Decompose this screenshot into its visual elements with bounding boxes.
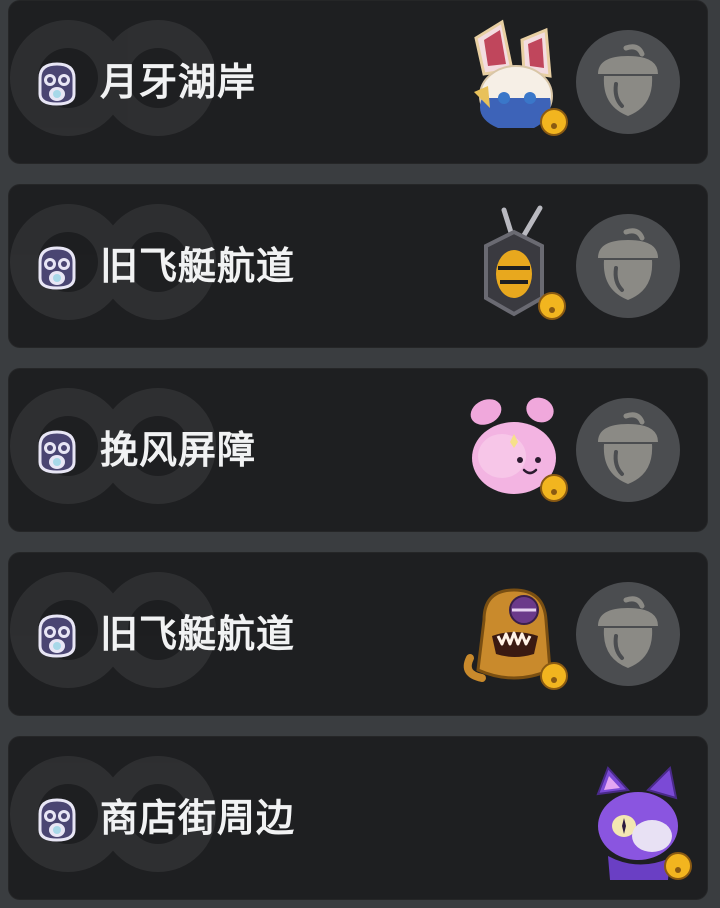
pink-bunny-pet-icon	[470, 397, 568, 502]
owl-pin-icon	[38, 62, 76, 106]
wasp-shield-pet-icon	[484, 205, 566, 320]
location-row[interactable]: 月牙湖岸	[8, 0, 708, 164]
location-title: 商店街周边	[100, 796, 296, 840]
acorn-button[interactable]	[576, 398, 680, 502]
location-row[interactable]: 挽风屏障	[8, 368, 708, 532]
acorn-button[interactable]	[576, 582, 680, 686]
acorn-button[interactable]	[576, 30, 680, 134]
owl-pin-icon	[38, 798, 76, 842]
location-row[interactable]: 旧飞艇航道	[8, 184, 708, 348]
acorn-button[interactable]	[576, 214, 680, 318]
owl-pin-icon	[38, 246, 76, 290]
owl-pin-icon	[38, 614, 76, 658]
location-title: 旧飞艇航道	[100, 244, 296, 288]
location-row[interactable]: 旧飞艇航道	[8, 552, 708, 716]
location-list: 月牙湖岸 旧飞艇航道 挽风屏障 旧飞艇航道 商店街周边	[0, 0, 720, 908]
orange-cyclops-pet-icon	[463, 588, 568, 690]
acorn-icon	[598, 44, 658, 116]
acorn-icon	[598, 412, 658, 484]
location-title: 旧飞艇航道	[100, 612, 296, 656]
purple-cat-pet-icon	[596, 765, 692, 880]
location-title: 挽风屏障	[100, 428, 257, 472]
owl-pin-icon	[38, 430, 76, 474]
location-title: 月牙湖岸	[100, 60, 257, 104]
location-row[interactable]: 商店街周边	[8, 736, 708, 900]
acorn-icon	[598, 228, 658, 300]
acorn-icon	[598, 596, 658, 668]
rabbit-knight-pet-icon	[474, 19, 568, 136]
